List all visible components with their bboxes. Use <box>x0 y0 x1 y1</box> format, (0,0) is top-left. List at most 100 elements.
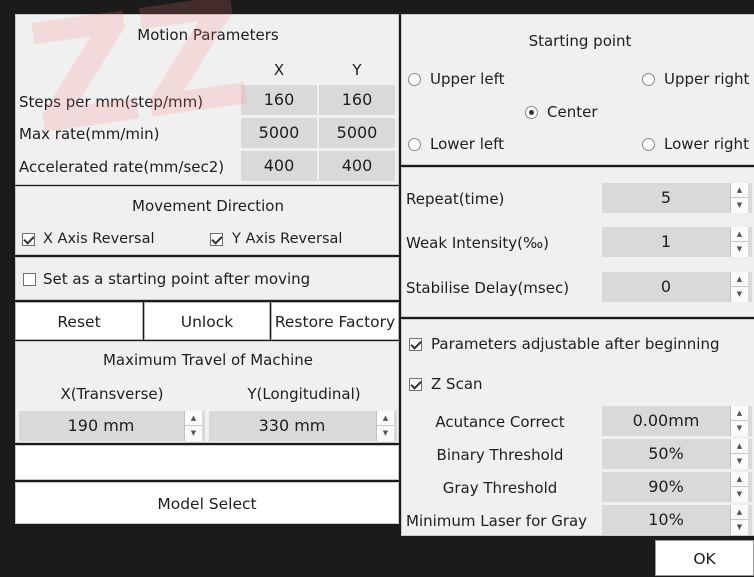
x-travel-arrows[interactable]: ▲ ▼ <box>184 411 202 441</box>
upper-right-label[interactable]: Upper right <box>664 69 749 89</box>
stabilise-delay-value[interactable]: 0 <box>602 272 730 302</box>
spin-down-icon[interactable]: ▼ <box>731 421 748 435</box>
motion-parameters-panel: Motion Parameters X Y Steps per mm(step/… <box>15 14 399 185</box>
starting-point-panel: Starting point Upper left Upper right Ce… <box>401 14 754 165</box>
adjustable-checkbox[interactable] <box>409 338 422 351</box>
y-travel-spinbox[interactable]: 330 mm ▲ ▼ <box>209 411 397 441</box>
weak-intensity-spinbox[interactable]: 1 ▲ ▼ <box>602 227 752 257</box>
spin-down-icon[interactable]: ▼ <box>377 426 394 440</box>
max-travel-panel: Maximum Travel of Machine X(Transverse) … <box>15 341 399 443</box>
center-radio[interactable] <box>525 106 538 119</box>
spin-up-icon[interactable]: ▲ <box>731 227 748 242</box>
repeat-value[interactable]: 5 <box>602 183 730 213</box>
upper-left-radio[interactable] <box>408 73 421 86</box>
stabilise-delay-label: Stabilise Delay(msec) <box>406 279 570 297</box>
acutance-correct-label: Acutance Correct <box>435 413 565 431</box>
binary-threshold-spinbox[interactable]: 50% ▲ ▼ <box>602 439 752 469</box>
max-travel-title: Maximum Travel of Machine <box>102 351 314 369</box>
steps-per-mm-x-field[interactable]: 160 <box>241 85 317 115</box>
column-x-header: X <box>273 61 285 79</box>
lower-left-label[interactable]: Lower left <box>430 134 504 154</box>
spin-down-icon[interactable]: ▼ <box>731 287 748 301</box>
lower-right-radio[interactable] <box>642 138 655 151</box>
binary-threshold-value[interactable]: 50% <box>602 439 730 469</box>
set-start-label[interactable]: Set as a starting point after moving <box>43 269 310 289</box>
y-axis-reversal-label[interactable]: Y Axis Reversal <box>232 229 342 249</box>
center-label[interactable]: Center <box>547 102 598 122</box>
spin-up-icon[interactable]: ▲ <box>731 439 748 454</box>
set-start-checkbox[interactable] <box>23 273 36 286</box>
accelerated-rate-label: Accelerated rate(mm/sec2) <box>19 158 225 176</box>
lower-right-label[interactable]: Lower right <box>664 134 749 154</box>
acutance-correct-spinbox[interactable]: 0.00mm ▲ ▼ <box>602 406 752 436</box>
minimum-laser-arrows[interactable]: ▲ ▼ <box>730 505 748 535</box>
reset-button[interactable]: Reset <box>15 302 143 340</box>
spin-down-icon[interactable]: ▼ <box>731 198 748 212</box>
y-travel-arrows[interactable]: ▲ ▼ <box>376 411 394 441</box>
set-start-panel: Set as a starting point after moving <box>15 257 399 300</box>
x-travel-value[interactable]: 190 mm <box>19 411 183 441</box>
gray-threshold-label: Gray Threshold <box>442 479 558 497</box>
repeat-label: Repeat(time) <box>406 190 505 208</box>
binary-threshold-label: Binary Threshold <box>436 446 564 464</box>
spin-up-icon[interactable]: ▲ <box>731 406 748 421</box>
weak-intensity-value[interactable]: 1 <box>602 227 730 257</box>
max-rate-x-field[interactable]: 5000 <box>241 118 317 148</box>
ok-button[interactable]: OK <box>655 540 754 576</box>
advanced-panel: Parameters adjustable after beginning Z … <box>401 319 754 536</box>
z-scan-checkbox[interactable] <box>409 378 422 391</box>
spin-down-icon[interactable]: ▼ <box>731 242 748 256</box>
stabilise-delay-spinbox[interactable]: 0 ▲ ▼ <box>602 272 752 302</box>
spin-down-icon[interactable]: ▼ <box>731 454 748 468</box>
spin-down-icon[interactable]: ▼ <box>731 487 748 501</box>
starting-point-title: Starting point <box>528 32 632 50</box>
spin-up-icon[interactable]: ▲ <box>731 272 748 287</box>
acutance-correct-value[interactable]: 0.00mm <box>602 406 730 436</box>
accelerated-rate-y-field[interactable]: 400 <box>319 151 395 181</box>
steps-per-mm-y-field[interactable]: 160 <box>319 85 395 115</box>
x-transverse-label: X(Transverse) <box>60 385 164 403</box>
spin-down-icon[interactable]: ▼ <box>185 426 202 440</box>
z-scan-label[interactable]: Z Scan <box>431 374 483 394</box>
y-travel-value[interactable]: 330 mm <box>209 411 375 441</box>
movement-direction-panel: Movement Direction X Axis Reversal Y Axi… <box>15 186 399 255</box>
accelerated-rate-x-field[interactable]: 400 <box>241 151 317 181</box>
repeat-arrows[interactable]: ▲ ▼ <box>730 183 748 213</box>
repeat-panel: Repeat(time) 5 ▲ ▼ Weak Intensity(‰) 1 ▲… <box>401 167 754 317</box>
acutance-correct-arrows[interactable]: ▲ ▼ <box>730 406 748 436</box>
model-select-button[interactable]: Model Select <box>15 482 399 524</box>
x-travel-spinbox[interactable]: 190 mm ▲ ▼ <box>19 411 205 441</box>
binary-threshold-arrows[interactable]: ▲ ▼ <box>730 439 748 469</box>
stabilise-delay-arrows[interactable]: ▲ ▼ <box>730 272 748 302</box>
restore-factory-button[interactable]: Restore Factory <box>271 302 399 340</box>
weak-intensity-label: Weak Intensity(‰) <box>406 234 549 252</box>
gray-threshold-spinbox[interactable]: 90% ▲ ▼ <box>602 472 752 502</box>
weak-intensity-arrows[interactable]: ▲ ▼ <box>730 227 748 257</box>
steps-per-mm-label: Steps per mm(step/mm) <box>19 93 204 111</box>
gray-threshold-value[interactable]: 90% <box>602 472 730 502</box>
column-y-header: Y <box>352 61 362 79</box>
spin-up-icon[interactable]: ▲ <box>185 411 202 426</box>
spin-up-icon[interactable]: ▲ <box>731 505 748 520</box>
x-axis-reversal-checkbox[interactable] <box>22 233 35 246</box>
movement-direction-title: Movement Direction <box>132 197 284 215</box>
gray-threshold-arrows[interactable]: ▲ ▼ <box>730 472 748 502</box>
max-rate-label: Max rate(mm/min) <box>19 125 160 143</box>
repeat-spinbox[interactable]: 5 ▲ ▼ <box>602 183 752 213</box>
unlock-button[interactable]: Unlock <box>144 302 270 340</box>
upper-right-radio[interactable] <box>642 73 655 86</box>
lower-left-radio[interactable] <box>408 138 421 151</box>
y-axis-reversal-checkbox[interactable] <box>210 233 223 246</box>
spin-up-icon[interactable]: ▲ <box>731 472 748 487</box>
y-longitudinal-label: Y(Longitudinal) <box>247 385 361 403</box>
x-axis-reversal-label[interactable]: X Axis Reversal <box>43 229 155 249</box>
max-rate-y-field[interactable]: 5000 <box>319 118 395 148</box>
spin-down-icon[interactable]: ▼ <box>731 520 748 534</box>
adjustable-label[interactable]: Parameters adjustable after beginning <box>431 334 720 354</box>
upper-left-label[interactable]: Upper left <box>430 69 504 89</box>
spin-up-icon[interactable]: ▲ <box>377 411 394 426</box>
minimum-laser-label: Minimum Laser for Gray <box>406 512 588 530</box>
minimum-laser-spinbox[interactable]: 10% ▲ ▼ <box>602 505 752 535</box>
spin-up-icon[interactable]: ▲ <box>731 183 748 198</box>
minimum-laser-value[interactable]: 10% <box>602 505 730 535</box>
